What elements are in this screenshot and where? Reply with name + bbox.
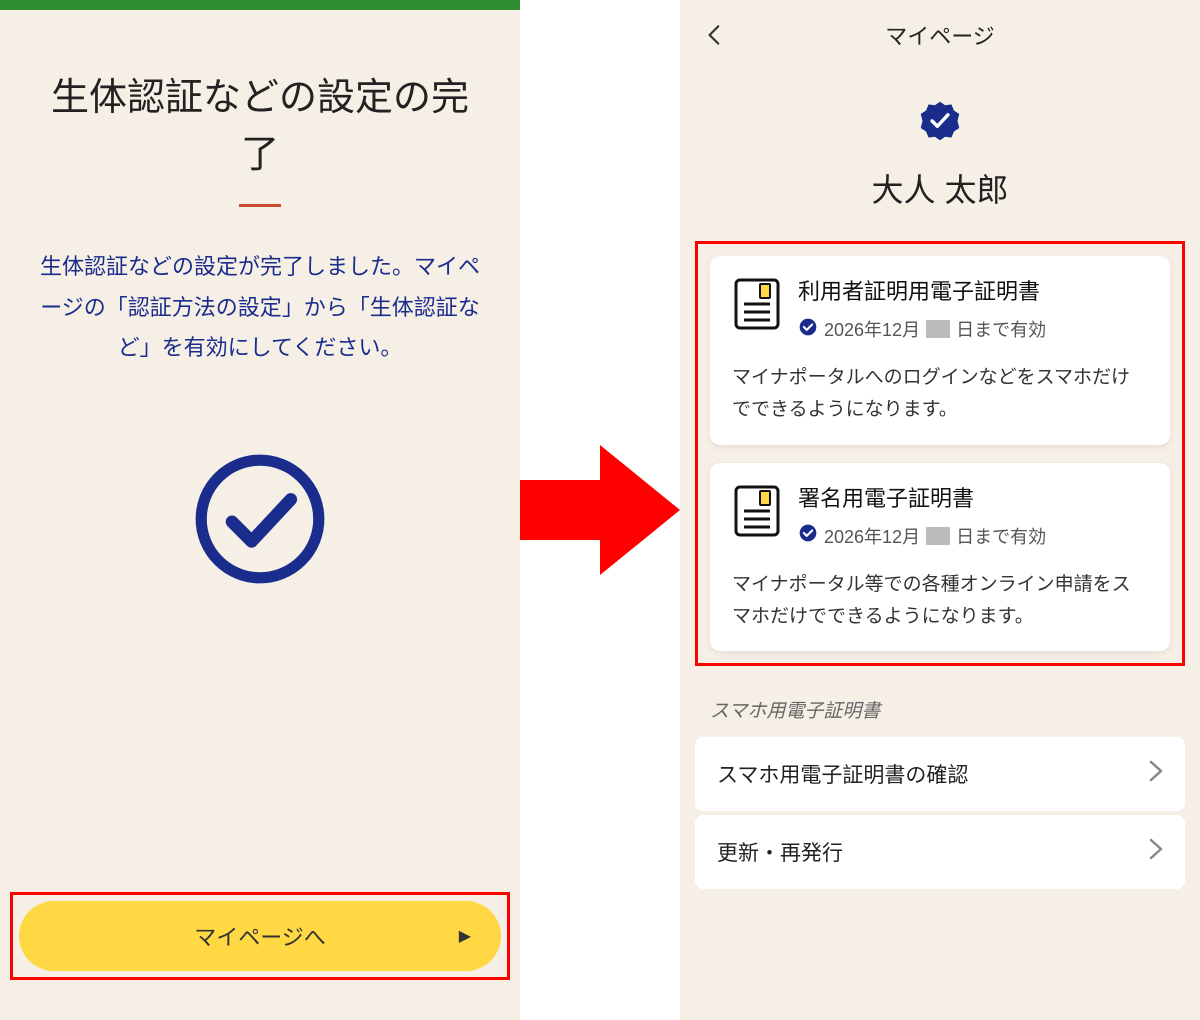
certificate-validity: 2026年12月 日まで有効: [798, 316, 1046, 342]
completion-screen: 生体認証などの設定の完了 生体認証などの設定が完了しました。マイページの「認証方…: [0, 0, 520, 1020]
chevron-right-icon: [1149, 760, 1163, 788]
validity-prefix: 2026年12月: [824, 523, 920, 549]
header-title: マイページ: [885, 19, 995, 51]
mypage-button-label: マイページへ: [194, 920, 326, 952]
certificate-card[interactable]: 利用者証明用電子証明書 2026年12月 日まで有効 マイナポータルへのログインな…: [710, 256, 1170, 445]
page-title: 生体認証などの設定の完了: [40, 70, 480, 184]
status-bar: [0, 0, 520, 10]
header: マイページ: [680, 0, 1200, 70]
certificate-card[interactable]: 署名用電子証明書 2026年12月 日まで有効 マイナポータル等での各種オンライン…: [710, 463, 1170, 652]
validity-prefix: 2026年12月: [824, 316, 920, 342]
menu-item-label: 更新・再発行: [717, 837, 843, 867]
check-badge-icon: [798, 523, 818, 548]
certificate-description: マイナポータルへのログインなどをスマホだけでできるようになります。: [732, 362, 1148, 427]
mypage-screen: マイページ 大人 太郎: [680, 0, 1200, 1020]
validity-suffix: 日まで有効: [956, 523, 1046, 549]
masked-day: [926, 527, 950, 545]
button-area: マイページへ ▶: [0, 878, 520, 1020]
triangle-right-icon: ▶: [459, 926, 471, 946]
mypage-button[interactable]: マイページへ ▶: [19, 901, 501, 971]
menu-item-label: スマホ用電子証明書の確認: [717, 759, 968, 789]
completion-message: 生体認証などの設定が完了しました。マイページの「認証方法の設定」から「生体認証な…: [40, 247, 480, 369]
section-label: スマホ用電子証明書: [710, 696, 1170, 723]
masked-day: [926, 320, 950, 338]
document-icon: [732, 483, 782, 544]
back-button[interactable]: [702, 22, 728, 53]
menu-item-renew-reissue[interactable]: 更新・再発行: [695, 815, 1185, 889]
certificate-validity: 2026年12月 日まで有効: [798, 523, 1046, 549]
document-icon: [732, 276, 782, 337]
profile-name: 大人 太郎: [680, 165, 1200, 211]
certificates-highlight-box: 利用者証明用電子証明書 2026年12月日まで有効 マイナポータルへのログインな…: [695, 241, 1185, 666]
profile-section: 大人 太郎: [680, 100, 1200, 211]
verified-badge-icon: [680, 100, 1200, 147]
validity-suffix: 日まで有効: [956, 316, 1046, 342]
certificate-title: 利用者証明用電子証明書: [798, 274, 1046, 306]
transition-arrow-icon: [515, 440, 685, 580]
menu-item-check-certificate[interactable]: スマホ用電子証明書の確認: [695, 737, 1185, 811]
completion-content: 生体認証などの設定の完了 生体認証などの設定が完了しました。マイページの「認証方…: [0, 10, 520, 878]
title-underline: [239, 204, 281, 207]
check-badge-icon: [798, 317, 818, 342]
certificate-description: マイナポータル等での各種オンライン申請をスマホだけでできるようになります。: [732, 569, 1148, 634]
certificate-title: 署名用電子証明書: [798, 481, 1046, 513]
chevron-right-icon: [1149, 838, 1163, 866]
success-checkmark-icon: [190, 449, 330, 594]
highlight-box: マイページへ ▶: [10, 892, 510, 980]
